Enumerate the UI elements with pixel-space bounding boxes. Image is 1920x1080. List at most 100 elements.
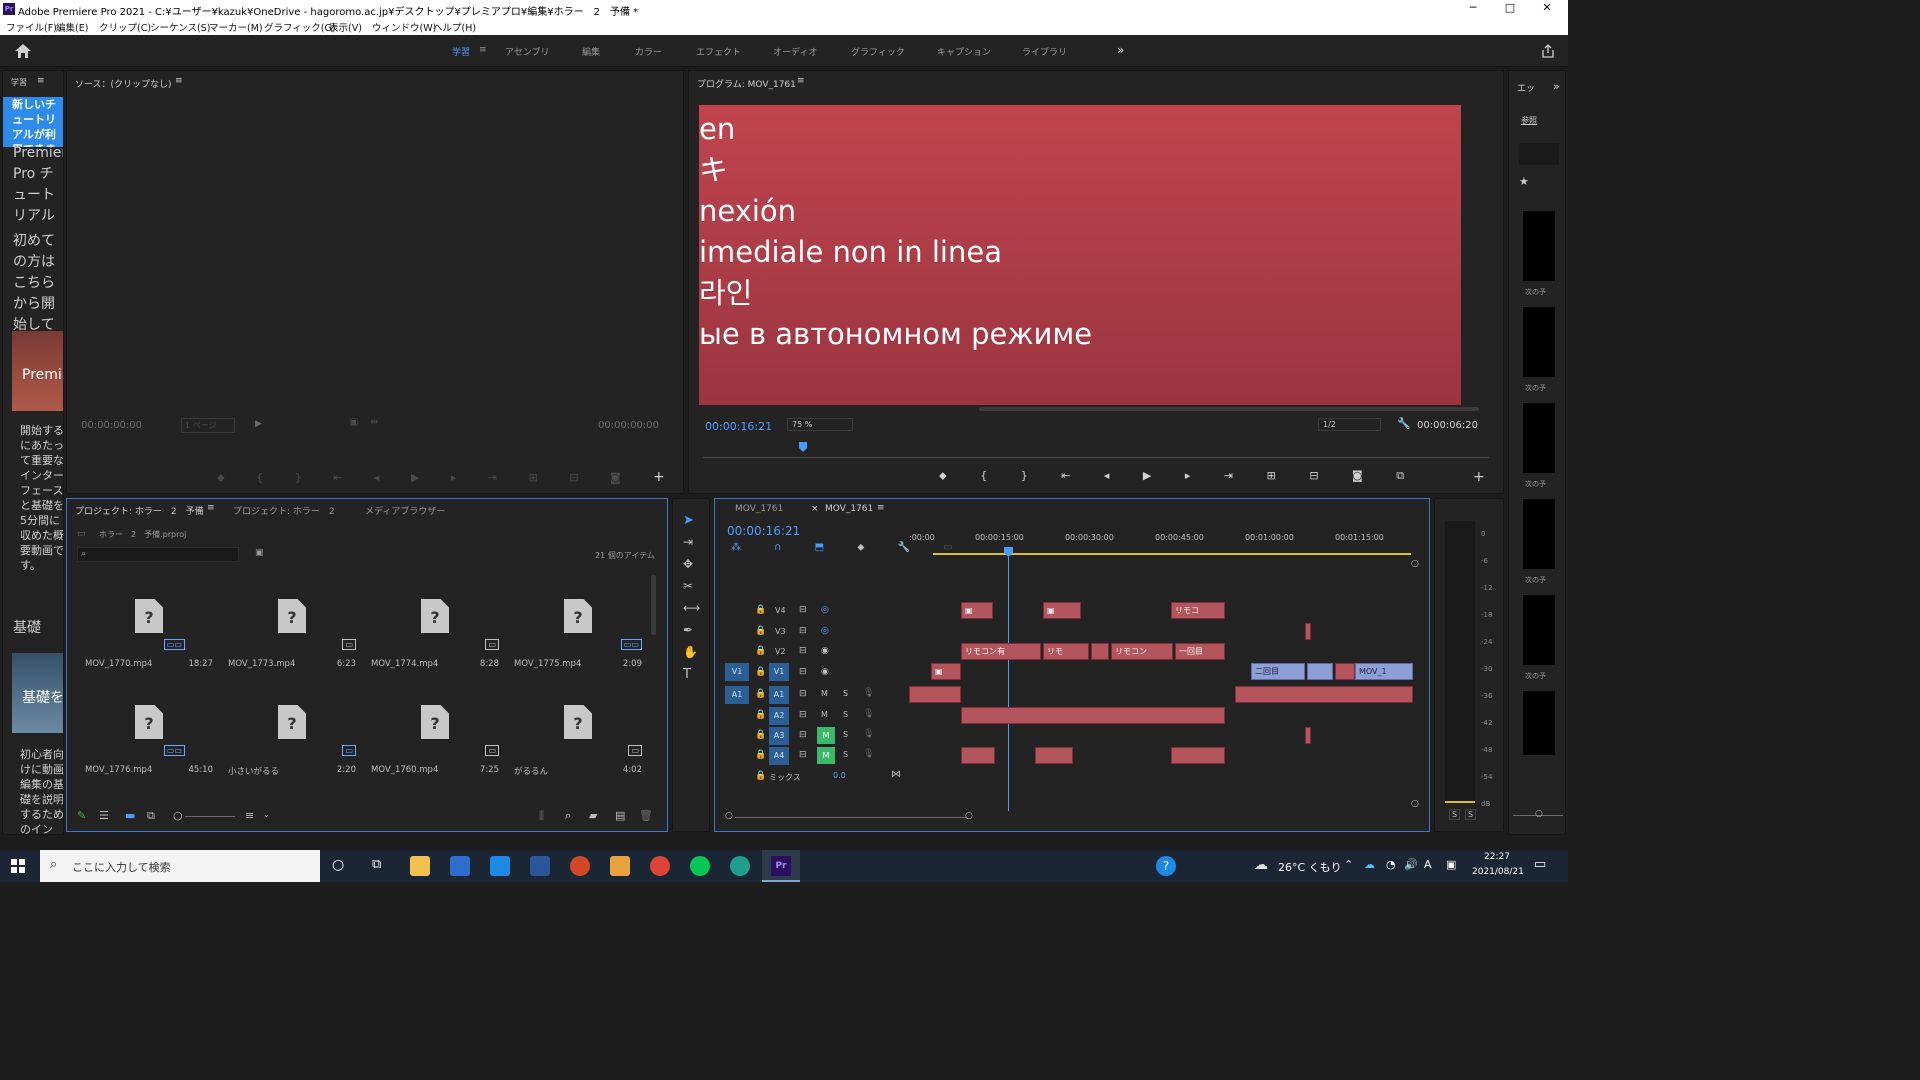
mail-icon[interactable] xyxy=(490,856,510,876)
chrome-icon[interactable] xyxy=(650,856,670,876)
workspaces-more-icon[interactable]: » xyxy=(1117,43,1124,57)
share-icon[interactable] xyxy=(1540,43,1556,59)
program-resolution-select[interactable]: 1/2 xyxy=(1318,418,1381,431)
source-play-arrow-icon[interactable]: ▶ xyxy=(255,419,262,429)
track-lock-icon[interactable]: 🔒 xyxy=(755,605,766,615)
ime-pad-icon[interactable]: ▣ xyxy=(1446,858,1456,871)
source-patch-a1[interactable]: A1 xyxy=(725,686,749,704)
workspace-tab-libraries[interactable]: ライブラリ xyxy=(1022,45,1067,58)
weather-text[interactable]: 26°C くもり xyxy=(1278,859,1342,875)
solo-button[interactable]: S xyxy=(843,730,848,739)
program-add-button[interactable]: + xyxy=(1473,469,1485,485)
toggle-track-output-eye-icon[interactable]: ◎ xyxy=(821,626,829,636)
project-search-input[interactable]: ⌕ xyxy=(77,547,239,562)
mix-volume-value[interactable]: 0.0 xyxy=(833,771,846,780)
media-browser-tab[interactable]: メディアブラウザー xyxy=(365,504,445,517)
template-thumbnail[interactable] xyxy=(1523,307,1555,377)
file-explorer-icon[interactable] xyxy=(410,856,430,876)
mute-button[interactable]: M xyxy=(821,710,828,719)
menu-graphics[interactable]: グラフィック(G) xyxy=(264,20,336,34)
sync-lock-icon[interactable]: ⊟ xyxy=(799,646,807,656)
audio-clip[interactable] xyxy=(961,707,1225,724)
project-item[interactable]: ? ▭ MOV_1774.mp4 8:28 xyxy=(363,589,503,689)
template-thumbnail[interactable] xyxy=(1523,499,1555,569)
track-lock-icon[interactable]: 🔒 xyxy=(755,730,766,740)
timeline-clip[interactable]: 二回目 xyxy=(1251,663,1305,680)
word-icon[interactable] xyxy=(530,856,550,876)
timeline-clip[interactable] xyxy=(1307,663,1333,680)
microsoft-store-icon[interactable] xyxy=(450,856,470,876)
sync-lock-icon[interactable]: ⊟ xyxy=(799,710,807,720)
taskbar-search-box[interactable]: ⌕ ここに入力して検索 xyxy=(40,850,320,882)
timeline-clip[interactable]: 一回目 xyxy=(1175,643,1225,660)
work-area-bar[interactable] xyxy=(933,553,1253,555)
audio-clip[interactable] xyxy=(909,686,961,703)
voiceover-mic-icon[interactable]: 🎙 xyxy=(863,729,874,739)
clock-time[interactable]: 22:27 xyxy=(1484,852,1510,862)
workspace-tab-graphics[interactable]: グラフィック xyxy=(851,45,905,58)
timeline-clip[interactable] xyxy=(1305,623,1311,640)
timeline-clip[interactable]: リモ xyxy=(1043,643,1089,660)
pen-tool-icon[interactable]: ✒ xyxy=(683,623,693,637)
new-bin-from-search-icon[interactable]: ▣ xyxy=(255,548,264,558)
cortana-icon[interactable]: ○ xyxy=(332,857,344,873)
workspace-tab-captions[interactable]: キャプション xyxy=(937,45,991,58)
voiceover-mic-icon[interactable]: 🎙 xyxy=(863,688,874,698)
track-label-a4[interactable]: A4 xyxy=(769,747,789,765)
template-thumbnail[interactable] xyxy=(1523,691,1555,755)
track-lock-icon[interactable]: 🔒 xyxy=(755,626,766,636)
zoom-slider-handle-icon[interactable]: ○ xyxy=(173,809,183,822)
track-lock-icon[interactable]: 🔒 xyxy=(755,689,766,699)
track-label-a1[interactable]: A1 xyxy=(769,686,789,704)
timeline-clip[interactable]: ▣ xyxy=(961,602,993,619)
type-tool-icon[interactable]: T xyxy=(683,667,691,682)
program-transport-controls[interactable]: ⬥ { } ⇤ ◂ ▶ ▸ ⇥ ⊞ ⊟ ◙ ⧉ xyxy=(939,469,1404,483)
ime-indicator[interactable]: A xyxy=(1424,858,1432,871)
tutorial-thumbnail[interactable]: Premi xyxy=(12,331,63,411)
sync-lock-icon[interactable]: ⊟ xyxy=(799,667,807,677)
automate-to-sequence-icon[interactable]: ⫼ xyxy=(539,809,544,823)
toggle-track-output-eye-icon[interactable]: ◉ xyxy=(821,646,829,656)
workspace-tab-learn[interactable]: 学習 xyxy=(452,45,470,58)
timeline-clip[interactable]: MOV_1 xyxy=(1355,663,1413,680)
track-select-tool-icon[interactable]: ⇥ xyxy=(683,535,693,549)
track-lock-icon[interactable]: 🔒 xyxy=(755,667,766,677)
template-filter-dropdown[interactable] xyxy=(1519,143,1559,165)
program-playhead[interactable] xyxy=(799,442,807,452)
wifi-icon[interactable]: ◔ xyxy=(1386,858,1396,871)
find-icon[interactable]: ⌕ xyxy=(565,809,571,823)
thumbnail-size-slider-handle-icon[interactable]: ○ xyxy=(1535,809,1543,819)
project-item[interactable]: ? ▭▭ MOV_1775.mp4 2:09 xyxy=(506,589,646,689)
source-transport-controls[interactable]: ⬥ { } ⇤ ◂ ▶ ▸ ⇥ ⊞ ⊟ ◙ xyxy=(217,471,621,485)
hand-tool-icon[interactable]: ✋ xyxy=(683,645,698,659)
home-icon[interactable] xyxy=(14,43,32,59)
menu-clip[interactable]: クリップ(C) xyxy=(99,20,151,34)
new-bin-icon[interactable]: ▰ xyxy=(589,809,597,822)
toggle-track-output-eye-icon[interactable]: ◉ xyxy=(821,667,829,677)
panel-overflow-icon[interactable]: » xyxy=(1553,80,1560,93)
windows-start-icon[interactable] xyxy=(11,859,25,873)
program-monitor-menu-icon[interactable]: ≡ xyxy=(797,76,805,86)
timeline-tab-active[interactable]: MOV_1761 xyxy=(825,504,873,514)
solo-button[interactable]: S xyxy=(843,710,848,719)
project-item[interactable]: ? ▭▭ MOV_1770.mp4 18:27 xyxy=(77,589,217,689)
notification-center-icon[interactable]: ▭ xyxy=(1534,857,1546,872)
workspace-tab-edit[interactable]: 編集 xyxy=(582,45,600,58)
horizontal-zoom-handle-icon[interactable]: ○ xyxy=(725,811,733,821)
audio-clip[interactable] xyxy=(1035,747,1073,764)
voiceover-mic-icon[interactable]: 🎙 xyxy=(863,749,874,759)
selection-tool-icon[interactable]: ➤ xyxy=(683,513,694,528)
project-scrollbar[interactable] xyxy=(651,575,656,635)
timeline-clip[interactable]: ▣ xyxy=(931,663,961,680)
sync-lock-icon[interactable]: ⊟ xyxy=(799,730,807,740)
icon-view-icon[interactable]: ▬ xyxy=(125,809,135,822)
minimize-button[interactable]: ─ xyxy=(1458,1,1488,14)
program-zoom-select[interactable]: 75 % xyxy=(787,418,854,431)
vertical-scroll-handle-icon[interactable]: ○ xyxy=(1411,559,1419,569)
new-item-icon[interactable]: ▤ xyxy=(615,809,625,822)
menu-view[interactable]: 表示(V) xyxy=(329,20,362,34)
track-lock-icon[interactable]: 🔒 xyxy=(755,710,766,720)
project-item[interactable]: ? ▭▭ MOV_1776.mp4 45:10 xyxy=(77,695,217,795)
write-protect-pencil-icon[interactable]: ✎ xyxy=(77,809,86,822)
sync-lock-icon[interactable]: ⊟ xyxy=(799,605,807,615)
